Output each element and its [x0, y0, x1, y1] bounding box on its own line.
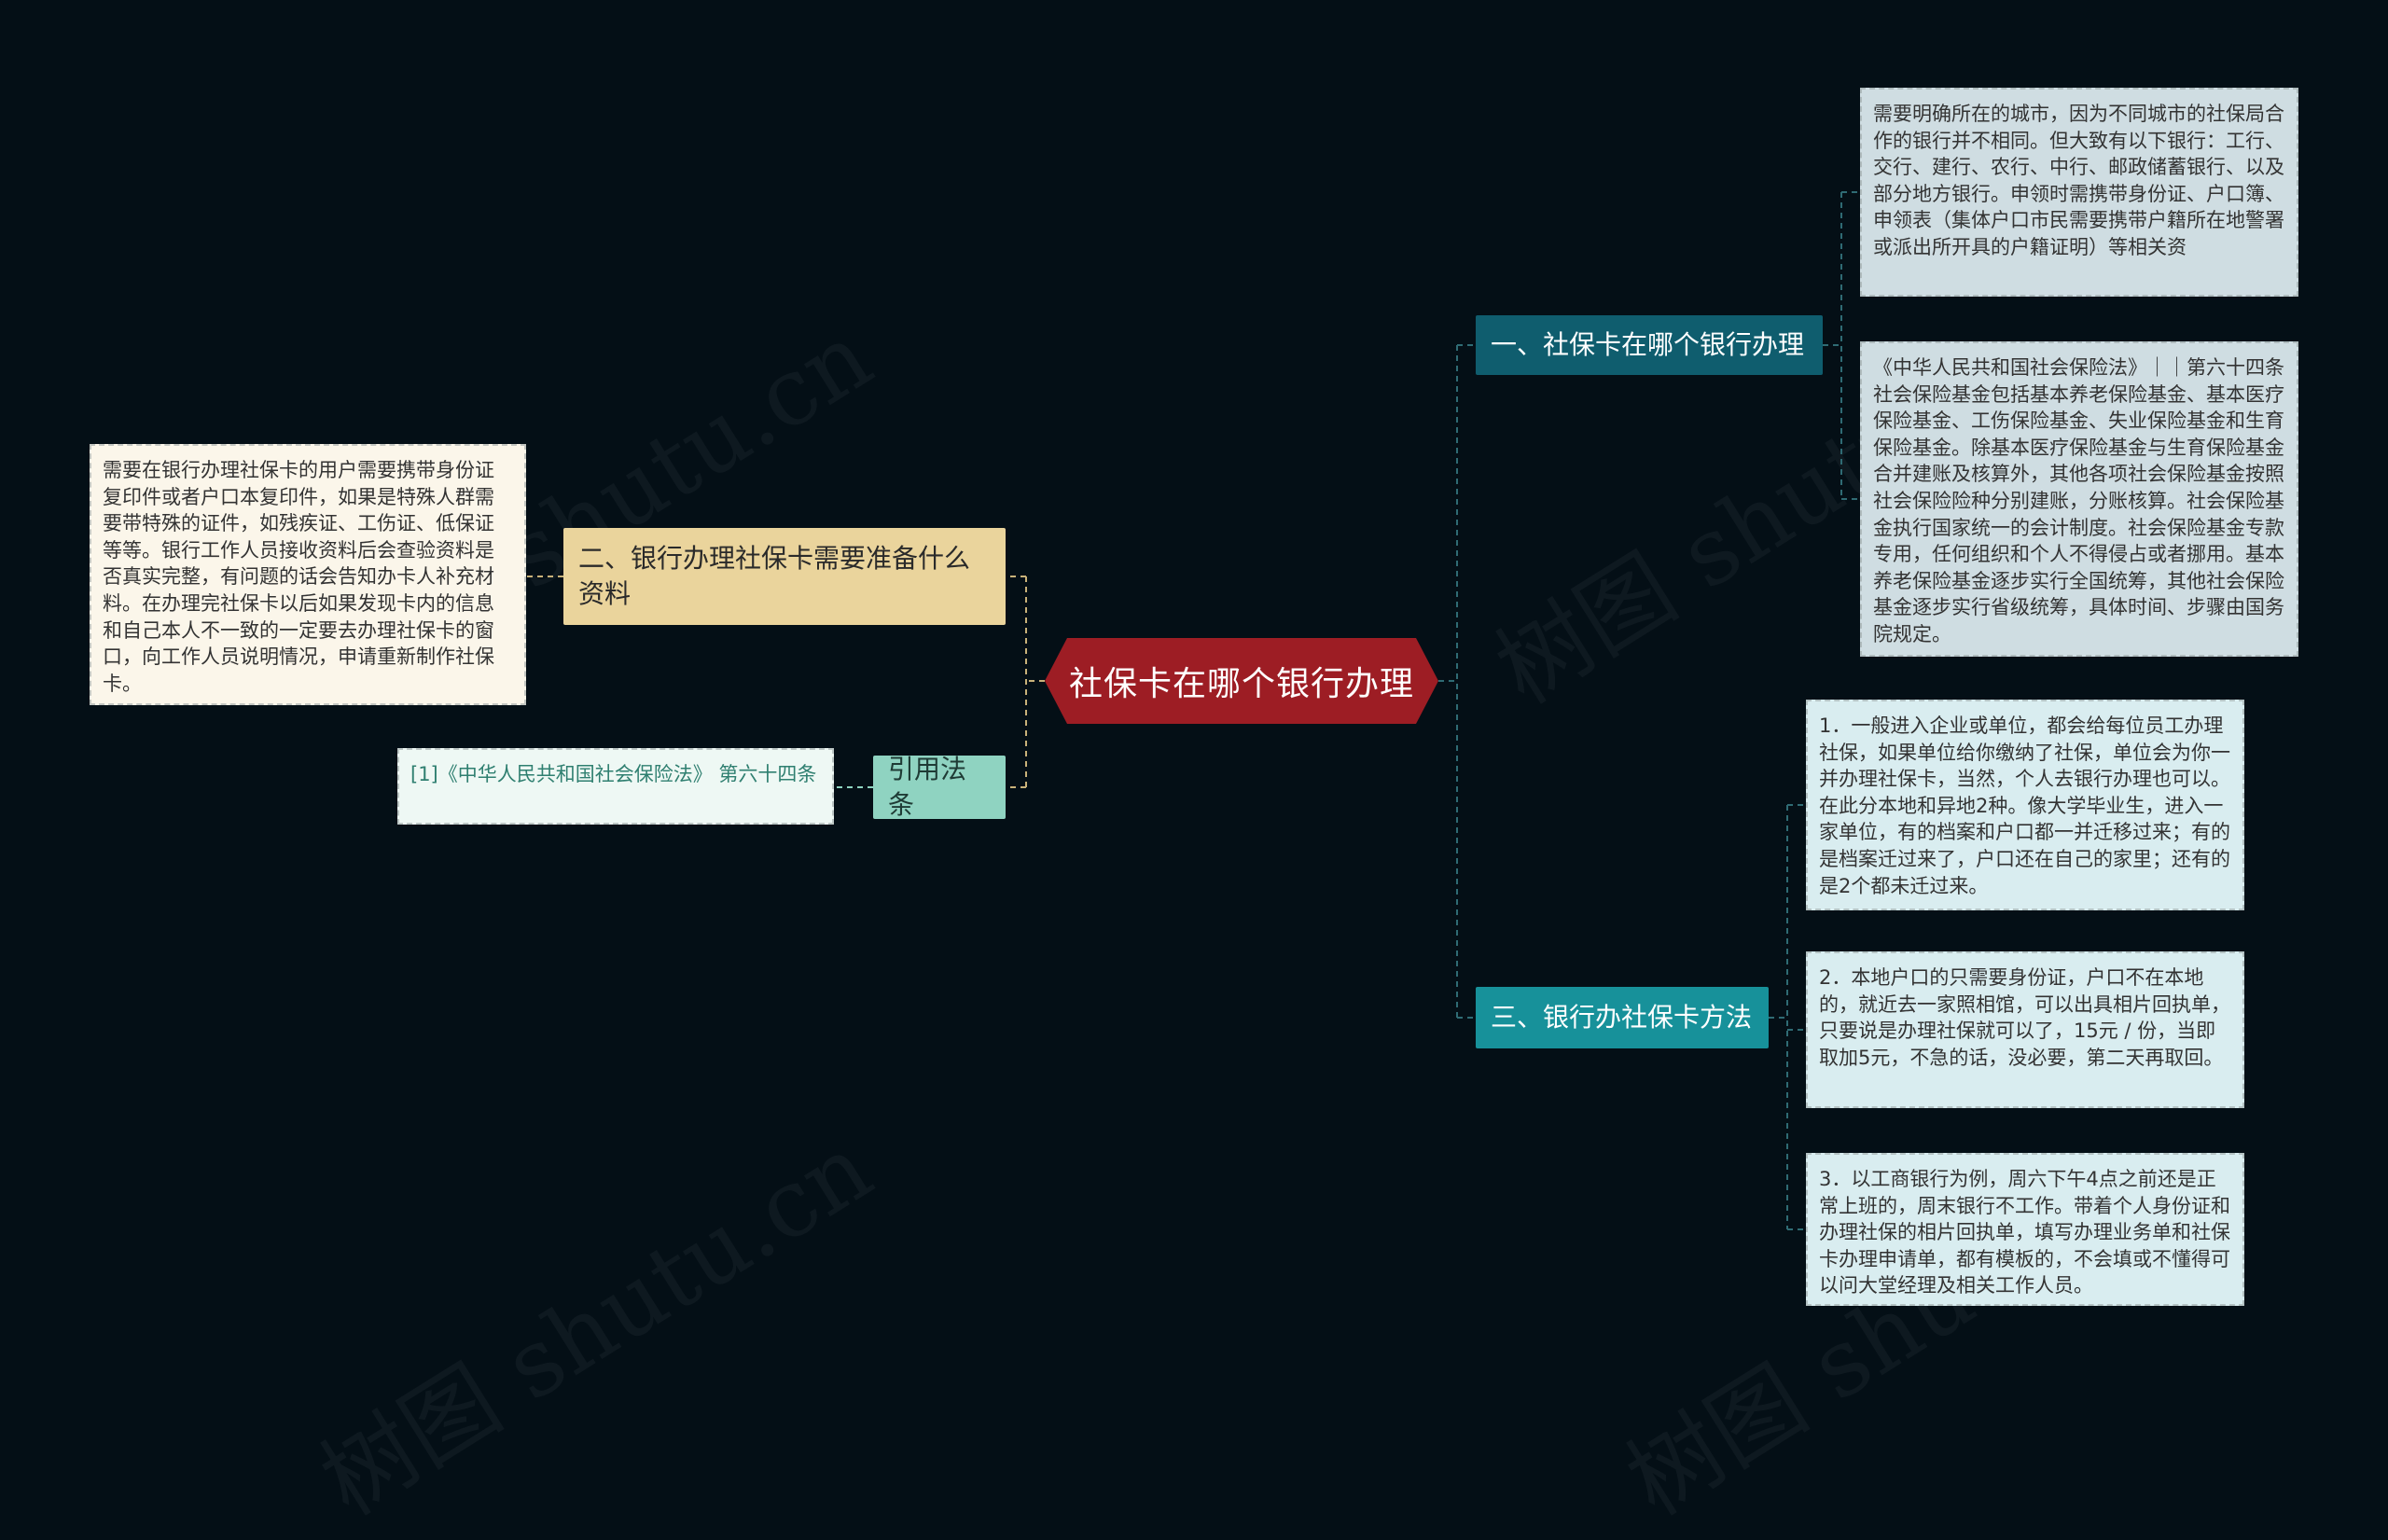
leaf-materials-detail[interactable]: 需要在银行办理社保卡的用户需要携带身份证复印件或者户口本复印件，如果是特殊人群需…	[90, 444, 526, 705]
root-topic-label: 社保卡在哪个银行办理	[1068, 665, 1414, 703]
branch-which-bank[interactable]: 一、社保卡在哪个银行办理	[1476, 315, 1823, 375]
leaf-method-step-2[interactable]: 2．本地户口的只需要身份证，户口不在本地的，就近去一家照相馆，可以出具相片回执单…	[1806, 951, 2244, 1108]
link-b1-leaves	[1823, 191, 1860, 500]
link-root-left	[1006, 576, 1045, 788]
leaf-method-step-1[interactable]: 1．一般进入企业或单位，都会给每位员工办理社保，如果单位给你缴纳了社保，单位会为…	[1806, 700, 2244, 910]
leaf-law-citation[interactable]: [1]《中华人民共和国社会保险法》 第六十四条	[397, 748, 834, 825]
link-b3-leaves	[1769, 804, 1806, 1230]
branch-required-materials[interactable]: 二、银行办理社保卡需要准备什么资料	[563, 528, 1006, 625]
root-topic[interactable]: 社保卡在哪个银行办理	[1045, 638, 1438, 724]
branch-bank-method[interactable]: 三、银行办社保卡方法	[1476, 987, 1769, 1048]
leaf-method-step-3[interactable]: 3．以工商银行为例，周六下午4点之前还是正常上班的，周末银行不工作。带着个人身份…	[1806, 1153, 2244, 1306]
mind-map-canvas: 树图 shutu.cn 树图 shutu.cn 树图 shutu.cn 树图 s…	[0, 0, 2388, 1536]
branch-label: 三、银行办社保卡方法	[1491, 1002, 1753, 1033]
branch-label: 引用法条	[888, 754, 967, 820]
branch-label: 一、社保卡在哪个银行办理	[1491, 329, 1805, 360]
leaf-law-article-64[interactable]: 《中华人民共和国社会保险法》｜｜第六十四条社会保险基金包括基本养老保险基金、基本…	[1860, 341, 2298, 657]
branch-cited-law[interactable]: 引用法条	[873, 754, 1006, 820]
leaf-bank-list[interactable]: 需要明确所在的城市，因为不同城市的社保局合作的银行并不相同。但大致有以下银行：工…	[1860, 88, 2298, 297]
link-root-b1	[1438, 344, 1476, 1019]
branch-label: 二、银行办理社保卡需要准备什么资料	[578, 543, 971, 609]
